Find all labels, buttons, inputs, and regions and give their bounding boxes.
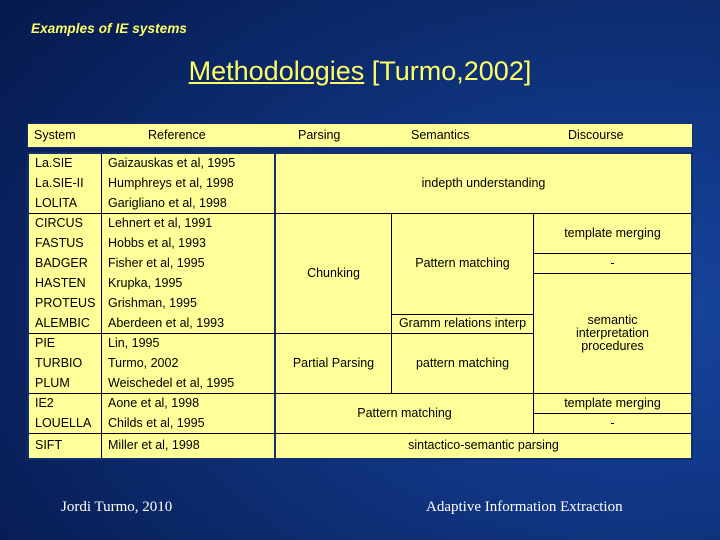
table-row: TURBIO (29, 354, 102, 374)
column-header-discourse: Discourse (568, 128, 624, 142)
table-row: PLUM (29, 374, 102, 394)
table-cell-reference: Fisher et al, 1995 (102, 254, 276, 274)
table-cell-reference: Lin, 1995 (102, 334, 276, 354)
table-row: LOLITA (29, 194, 102, 214)
table-row: PROTEUS (29, 294, 102, 314)
table-cell-reference: Weischedel et al, 1995 (102, 374, 276, 394)
page-title-citation: [Turmo,2002] (364, 56, 532, 86)
table-cell-template-merging-2: template merging (534, 394, 691, 414)
table-cell-partial-parsing: Partial Parsing (276, 334, 392, 394)
table-body: La.SIE La.SIE-II LOLITA CIRCUS FASTUS BA… (27, 152, 693, 460)
column-header-system: System (34, 128, 76, 142)
table-row: HASTEN (29, 274, 102, 294)
table-cell-reference: Aone et al, 1998 (102, 394, 276, 414)
table-cell-reference: Hobbs et al, 1993 (102, 234, 276, 254)
column-header-reference: Reference (148, 128, 206, 142)
table-row: IE2 (29, 394, 102, 414)
table-row: FASTUS (29, 234, 102, 254)
table-cell-reference: Turmo, 2002 (102, 354, 276, 374)
table-row: SIFT (29, 434, 102, 458)
table-row: PIE (29, 334, 102, 354)
table-header-row: System Reference Parsing Semantics Disco… (27, 123, 693, 148)
table-cell-reference: Miller et al, 1998 (102, 434, 276, 458)
table-row: La.SIE (29, 154, 102, 174)
table-cell-pattern-matching-upper: Pattern matching (392, 214, 534, 314)
table-cell-gramm-relations-interp: Gramm relations interp (392, 314, 534, 334)
table-cell-semantic-interpretation-procedures: semantic interpretation procedures (534, 274, 691, 394)
table-cell-reference: Garigliano et al, 1998 (102, 194, 276, 214)
table-cell-chunking: Chunking (276, 214, 392, 334)
table-cell-pattern-matching-ie2: Pattern matching (276, 394, 534, 434)
table-cell-template-merging-1: template merging (534, 214, 691, 254)
page-title-underlined: Methodologies (188, 56, 365, 86)
table-cell-dash-1: - (534, 254, 691, 274)
table-row: La.SIE-II (29, 174, 102, 194)
table-cell-reference: Childs et al, 1995 (102, 414, 276, 434)
table-cell-indepth-understanding: indepth understanding (276, 154, 691, 214)
column-header-semantics: Semantics (411, 128, 470, 142)
semantic-interp-line-3: procedures (581, 339, 644, 354)
table-row: ALEMBIC (29, 314, 102, 334)
table-cell-reference: Aberdeen et al, 1993 (102, 314, 276, 334)
table-cell-sintactico-semantic-parsing: sintactico-semantic parsing (276, 434, 691, 458)
table-cell-reference: Humphreys et al, 1998 (102, 174, 276, 194)
table-cell-reference: Gaizauskas et al, 1995 (102, 154, 276, 174)
table-cell-reference: Lehnert et al, 1991 (102, 214, 276, 234)
footer-subject: Adaptive Information Extraction (426, 499, 623, 515)
table-cell-reference: Grishman, 1995 (102, 294, 276, 314)
table-row: LOUELLA (29, 414, 102, 434)
footer-author: Jordi Turmo, 2010 (61, 499, 173, 515)
table-cell-reference: Krupka, 1995 (102, 274, 276, 294)
table-cell-pattern-matching-lower: pattern matching (392, 334, 534, 394)
methodologies-table: System Reference Parsing Semantics Disco… (27, 123, 693, 460)
table-cell-dash-2: - (534, 414, 691, 434)
semantic-interp-line-1: semantic (587, 312, 638, 327)
table-row: BADGER (29, 254, 102, 274)
column-header-parsing: Parsing (298, 128, 341, 142)
table-row: CIRCUS (29, 214, 102, 234)
page-title: Methodologies [Turmo,2002] (0, 56, 720, 87)
slide-eyebrow: Examples of IE systems (31, 21, 188, 36)
slide: Examples of IE systems Methodologies [Tu… (0, 0, 720, 540)
